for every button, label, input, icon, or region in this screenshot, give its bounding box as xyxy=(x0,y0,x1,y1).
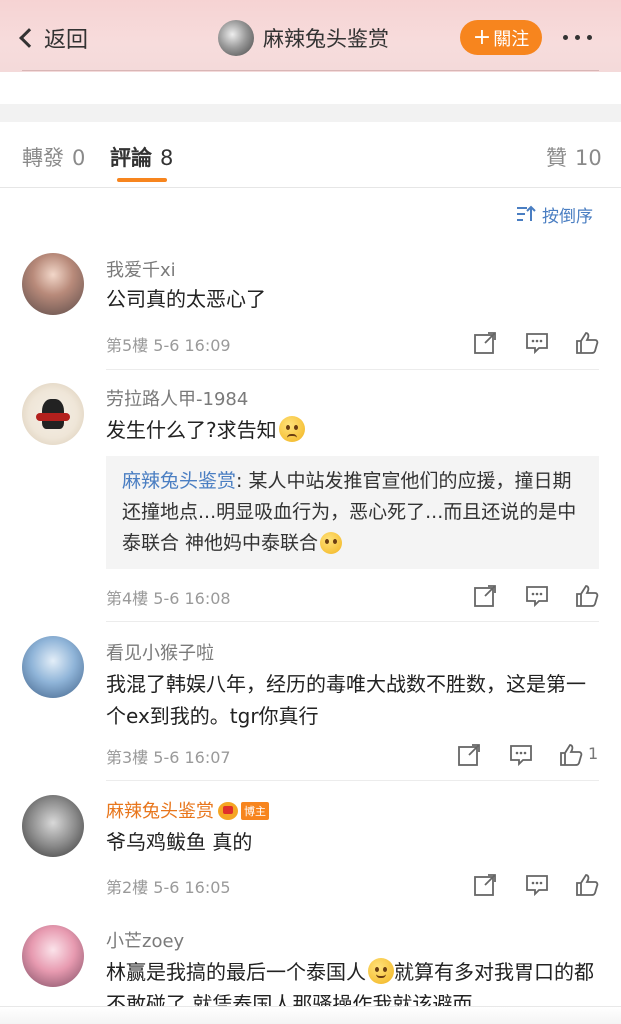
comment-text: 发生什么了?求告知 xyxy=(106,414,601,446)
quoted-reply[interactable]: 麻辣兔头鉴赏: 某人中站发推官宣他们的应援，撞日期还撞地点...明显吸血行为，恶… xyxy=(106,456,599,569)
tab-repost-count: 0 xyxy=(72,146,86,170)
avatar[interactable] xyxy=(22,636,84,698)
timestamp: 5-6 16:08 xyxy=(153,589,231,608)
avatar[interactable] xyxy=(22,925,84,987)
timestamp: 5-6 16:07 xyxy=(153,748,231,767)
tab-bar: 轉發 0 評論 8 贊 10 xyxy=(0,122,621,188)
follow-button[interactable]: + 關注 xyxy=(460,20,542,55)
comment-meta: 第2樓 5-6 16:05 xyxy=(106,874,231,898)
comment-icon[interactable] xyxy=(524,583,550,609)
back-button[interactable]: 返回 xyxy=(14,20,88,56)
share-icon[interactable] xyxy=(472,583,498,609)
like-icon[interactable] xyxy=(574,583,600,609)
comment-actions xyxy=(472,872,602,900)
quote-separator: : xyxy=(236,470,243,492)
like-icon[interactable] xyxy=(574,872,600,898)
commenter-name[interactable]: 我爱千xi xyxy=(106,256,176,282)
page-title: 麻辣兔头鉴赏 xyxy=(263,27,389,51)
author-name: 麻辣兔头鉴赏 xyxy=(106,801,214,822)
chevron-left-icon xyxy=(19,28,39,48)
author-badge: 博主 xyxy=(241,802,269,820)
avatar[interactable] xyxy=(22,383,84,445)
sort-icon xyxy=(517,205,536,221)
tab-likes-count: 10 xyxy=(575,146,602,170)
top-nav-bar: 返回 麻辣兔头鉴赏 + 關注 xyxy=(0,0,621,72)
tab-comments-count: 8 xyxy=(160,146,174,170)
author-avatar[interactable] xyxy=(218,20,254,56)
tab-repost[interactable]: 轉發 0 xyxy=(22,142,85,172)
comment-actions xyxy=(472,583,602,611)
comment-meta: 第5樓 5-6 16:09 xyxy=(106,332,231,356)
commenter-name[interactable]: 看见小猴子啦 xyxy=(106,639,214,665)
avatar[interactable] xyxy=(22,253,84,315)
page-title-group[interactable]: 麻辣兔头鉴赏 xyxy=(218,19,389,57)
like-count: 1 xyxy=(588,744,599,763)
tab-likes-label: 贊 xyxy=(546,146,567,170)
commenter-name[interactable]: 小芒zoey xyxy=(106,927,184,953)
commenter-name[interactable]: 劳拉路人甲-1984 xyxy=(106,385,248,411)
comment-text: 我混了韩娱八年，经历的毒唯大战数不胜数，这是第一个ex到我的。tgr你真行 xyxy=(106,672,586,728)
comment-text-content: 发生什么了?求告知 xyxy=(106,418,277,442)
follow-label: 關注 xyxy=(493,28,530,50)
plus-icon: + xyxy=(472,24,492,50)
comment-actions xyxy=(472,330,602,358)
comment-icon[interactable] xyxy=(524,872,550,898)
comment-text: 爷乌鸡鲅鱼 真的 xyxy=(106,830,253,854)
tab-comments[interactable]: 評論 8 xyxy=(110,142,173,172)
avatar[interactable] xyxy=(22,795,84,857)
comment-text: 林赢是我搞的最后一个泰国人 就算有多对我胃口的都不敢碰了 就凭泰国人那骚操作我就该… xyxy=(106,956,601,1006)
crown-badge-icon xyxy=(218,802,238,820)
like-button[interactable]: 1 xyxy=(558,742,604,768)
comment-text: 公司真的太恶心了 xyxy=(106,287,266,311)
avatar-accent xyxy=(36,413,70,421)
share-icon[interactable] xyxy=(472,330,498,356)
quoted-author[interactable]: 麻辣兔头鉴赏 xyxy=(122,470,236,492)
comment-icon[interactable] xyxy=(508,742,534,768)
divider xyxy=(106,369,599,370)
sad-emoji-icon xyxy=(278,416,305,442)
floor-label: 第5樓 xyxy=(106,336,149,355)
header-divider xyxy=(22,70,599,71)
floor-label: 第4樓 xyxy=(106,589,149,608)
back-label: 返回 xyxy=(44,28,89,53)
like-icon xyxy=(560,744,583,766)
timestamp: 5-6 16:05 xyxy=(153,878,231,897)
thinking-emoji-icon xyxy=(320,532,343,554)
comment-icon[interactable] xyxy=(524,330,550,356)
comment-actions: 1 xyxy=(456,742,606,770)
share-icon[interactable] xyxy=(472,872,498,898)
active-tab-indicator xyxy=(117,178,167,182)
comment-meta: 第3樓 5-6 16:07 xyxy=(106,744,231,768)
comment-meta: 第4樓 5-6 16:08 xyxy=(106,585,231,609)
section-divider xyxy=(0,104,621,122)
floor-label: 第3樓 xyxy=(106,748,149,767)
comment-text-part1: 林赢是我搞的最后一个泰国人 xyxy=(106,960,366,984)
sort-toggle[interactable]: 按倒序 xyxy=(516,201,593,227)
tab-comments-label: 評論 xyxy=(110,146,152,170)
commenter-name[interactable]: 麻辣兔头鉴赏 博主 xyxy=(106,797,269,823)
bottom-bar-edge xyxy=(0,1006,621,1024)
more-options-icon[interactable] xyxy=(563,35,592,40)
sort-label: 按倒序 xyxy=(542,206,593,227)
smile-emoji-icon xyxy=(368,958,394,984)
tab-likes[interactable]: 贊 10 xyxy=(546,142,602,172)
share-icon[interactable] xyxy=(456,742,482,768)
tab-repost-label: 轉發 xyxy=(22,146,64,170)
like-icon[interactable] xyxy=(574,330,600,356)
floor-label: 第2樓 xyxy=(106,878,149,897)
timestamp: 5-6 16:09 xyxy=(153,336,231,355)
divider xyxy=(106,621,599,622)
divider xyxy=(106,780,599,781)
